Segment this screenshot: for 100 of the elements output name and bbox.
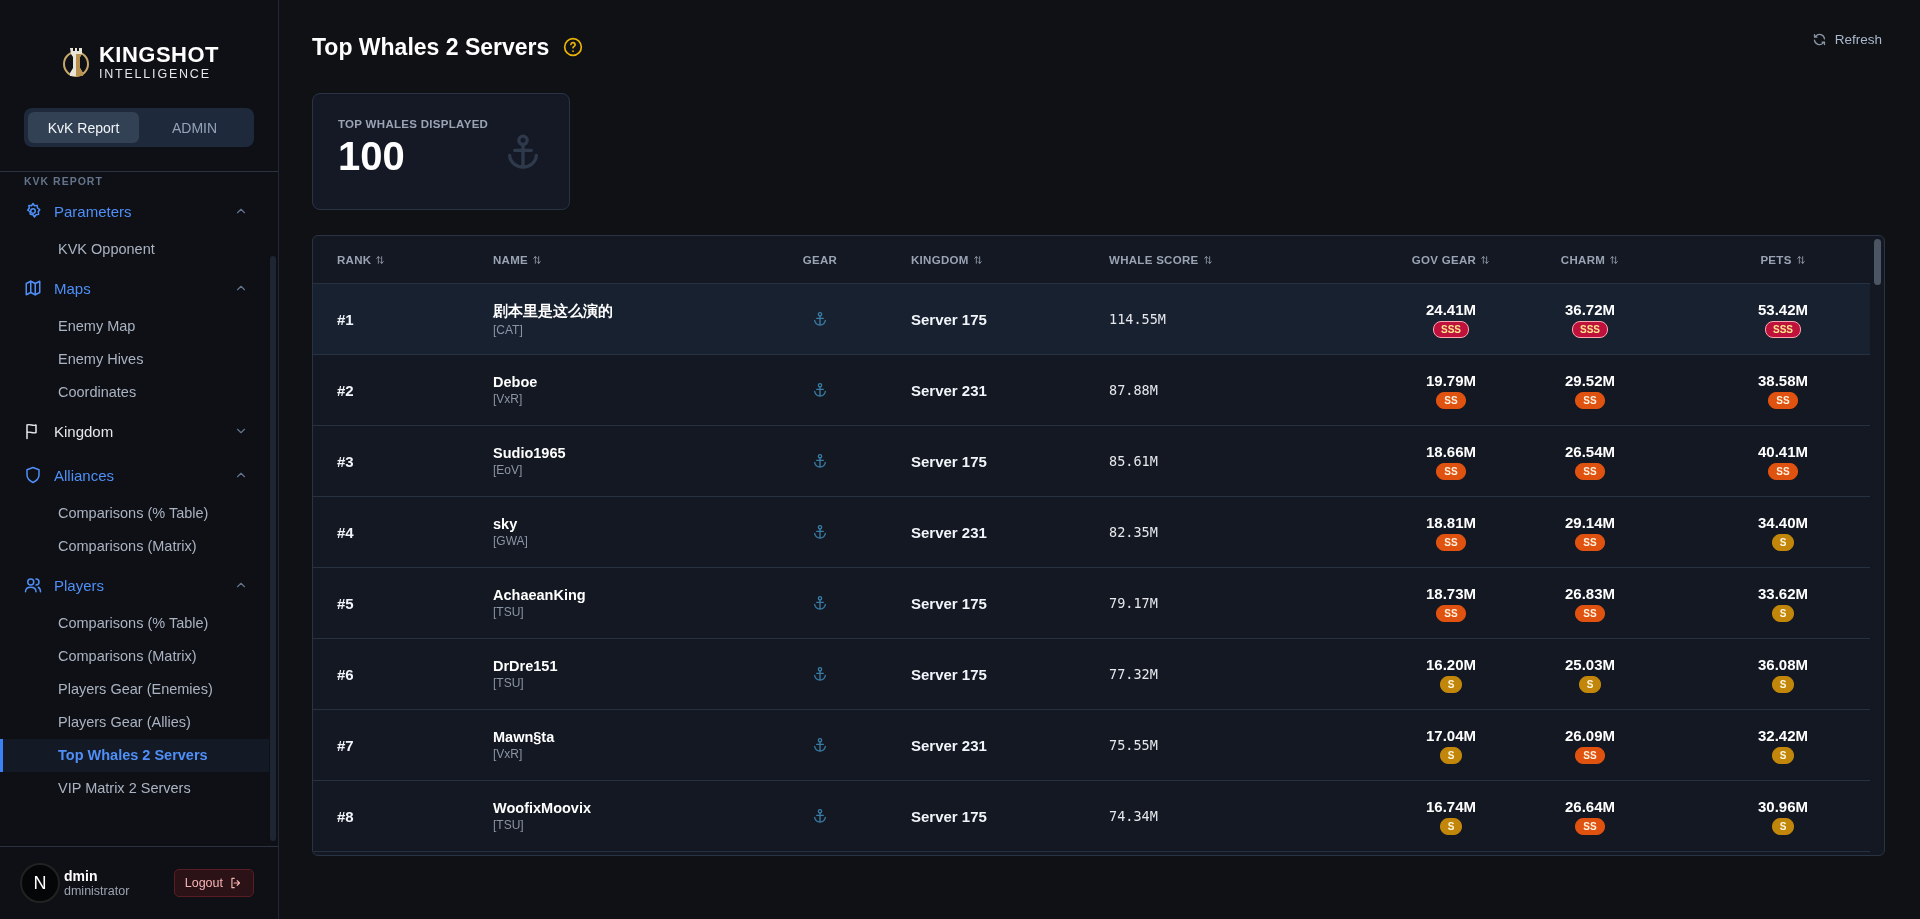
nav-item[interactable]: KVK Opponent	[0, 233, 269, 266]
tier-badge: SS	[1575, 746, 1605, 764]
sort-icon	[972, 254, 983, 265]
alliance-tag: [TSU]	[493, 818, 780, 832]
nav-item[interactable]: VIP Matrix 2 Servers	[0, 772, 269, 805]
logo-title: KINGSHOT	[98, 43, 220, 66]
stat-value: 30.96M	[1757, 797, 1808, 815]
tier-badge: S	[1771, 604, 1795, 622]
sort-icon	[375, 254, 386, 265]
anchor-icon[interactable]	[812, 382, 828, 398]
kingdom-cell-text: Server 175	[911, 310, 988, 328]
nav-item[interactable]: Comparisons (% Table)	[0, 497, 269, 530]
whale-score-cell-text: 85.61M	[1109, 453, 1159, 469]
tier-badge: SS	[1575, 604, 1605, 622]
stat-value: 40.41M	[1757, 442, 1808, 460]
tier-badge: SS	[1436, 533, 1466, 551]
kingdom-cell-text: Server 175	[911, 452, 988, 470]
tier-badge: SS	[1575, 391, 1605, 409]
column-header[interactable]: NAME	[493, 253, 780, 266]
nav-item[interactable]: Top Whales 2 Servers	[0, 739, 269, 772]
stat-value: 29.52M	[1564, 371, 1615, 389]
anchor-icon[interactable]	[812, 453, 828, 469]
sort-icon	[1480, 254, 1491, 265]
stat-value: 18.81M	[1425, 513, 1476, 531]
alliance-tag: [CAT]	[493, 322, 780, 337]
nav-group[interactable]: Kingdom	[0, 409, 278, 453]
nav-item[interactable]: Comparisons (Matrix)	[0, 640, 269, 673]
column-header[interactable]: CHARM	[1531, 253, 1649, 266]
nav-group[interactable]: Players	[0, 563, 278, 607]
column-header[interactable]: RANK	[337, 253, 493, 266]
help-icon[interactable]	[563, 37, 584, 57]
nav-item[interactable]: Comparisons (Matrix)	[0, 530, 269, 563]
anchor-icon[interactable]	[812, 666, 828, 682]
section-label: KVK REPORT	[23, 174, 104, 189]
users-icon	[24, 576, 42, 594]
anchor-icon[interactable]	[812, 524, 828, 540]
anchor-icon[interactable]	[812, 737, 828, 753]
tier-badge: SSS	[1765, 320, 1801, 338]
stat-value: 19.79M	[1425, 371, 1476, 389]
nav-item[interactable]: Players Gear (Enemies)	[0, 673, 269, 706]
stat-value: 16.20M	[1425, 655, 1476, 673]
stat-value: 100	[338, 134, 405, 179]
anchor-icon[interactable]	[812, 311, 828, 327]
sort-icon	[1202, 254, 1213, 265]
stat-value: 26.83M	[1564, 584, 1615, 602]
stat-value: 25.03M	[1564, 655, 1615, 673]
whale-score-cell-text: 74.34M	[1109, 808, 1159, 824]
kingdom-cell-text: Server 231	[911, 736, 988, 754]
nav-group[interactable]: Alliances	[0, 453, 278, 497]
column-header[interactable]: WHALE SCORE	[1109, 253, 1371, 266]
sort-icon	[1795, 254, 1806, 265]
stat-value: 26.09M	[1564, 726, 1615, 744]
rank-cell-text: #7	[337, 736, 355, 754]
player-name: DrDre151	[493, 658, 559, 674]
rank-cell-text: #1	[337, 310, 355, 328]
alliance-tag: [GWA]	[493, 534, 780, 548]
stat-value: 33.62M	[1757, 584, 1808, 602]
nav-item[interactable]: Enemy Map	[0, 310, 269, 343]
tier-badge: S	[1771, 817, 1795, 835]
stat-label: TOP WHALES DISPLAYED	[338, 118, 490, 130]
whale-score-cell-text: 77.32M	[1109, 666, 1159, 682]
tier-badge: SS	[1436, 391, 1466, 409]
stat-value: 26.54M	[1564, 442, 1615, 460]
stat-value: 24.41M	[1425, 300, 1476, 318]
column-header[interactable]: KINGDOM	[860, 253, 1109, 266]
logout-icon	[229, 876, 243, 890]
stat-value: 16.74M	[1425, 797, 1476, 815]
nav-item[interactable]: Players Gear (Allies)	[0, 706, 269, 739]
nav-item[interactable]: Coordinates	[0, 376, 269, 409]
stat-value: 53.42M	[1757, 300, 1808, 318]
scrollbar[interactable]	[270, 256, 276, 841]
tier-badge: S	[1771, 675, 1795, 693]
mode-tab[interactable]: KvK Report	[28, 112, 139, 143]
shield-icon	[24, 466, 42, 484]
user-role: dministrator	[64, 883, 131, 899]
anchor-icon[interactable]	[812, 808, 828, 824]
tier-badge: SS	[1436, 604, 1466, 622]
sort-icon	[1609, 254, 1620, 265]
mode-tab[interactable]: ADMIN	[139, 112, 250, 143]
stat-value: 17.04M	[1425, 726, 1476, 744]
tier-badge: S	[1578, 675, 1602, 693]
scrollbar[interactable]	[1874, 239, 1881, 285]
alliance-tag: [EoV]	[493, 463, 780, 477]
column-header[interactable]: PETS	[1649, 253, 1866, 266]
tier-badge: SS	[1575, 462, 1605, 480]
logout-button[interactable]: Logout	[173, 869, 254, 897]
nav-group[interactable]: Maps	[0, 266, 278, 310]
user-avatar: N	[20, 863, 60, 903]
tier-badge: S	[1439, 675, 1463, 693]
column-header[interactable]: GOV GEAR	[1371, 253, 1531, 266]
nav-group[interactable]: Parameters	[0, 189, 278, 233]
refresh-button[interactable]: Refresh	[1805, 30, 1888, 48]
table-row[interactable]: #1 剧本里是这么演的 [CAT] Server 175 114.55M 24.41M SSS 36.72M SSS 53.42M SSS	[313, 284, 1870, 355]
kingdom-cell-text: Server 231	[911, 523, 988, 541]
nav-item[interactable]: Enemy Hives	[0, 343, 269, 376]
gear-icon	[24, 202, 42, 220]
player-name: Sudio1965	[493, 445, 567, 461]
nav-item[interactable]: Comparisons (% Table)	[0, 607, 269, 640]
anchor-icon[interactable]	[812, 595, 828, 611]
alliance-tag: [TSU]	[493, 676, 780, 690]
